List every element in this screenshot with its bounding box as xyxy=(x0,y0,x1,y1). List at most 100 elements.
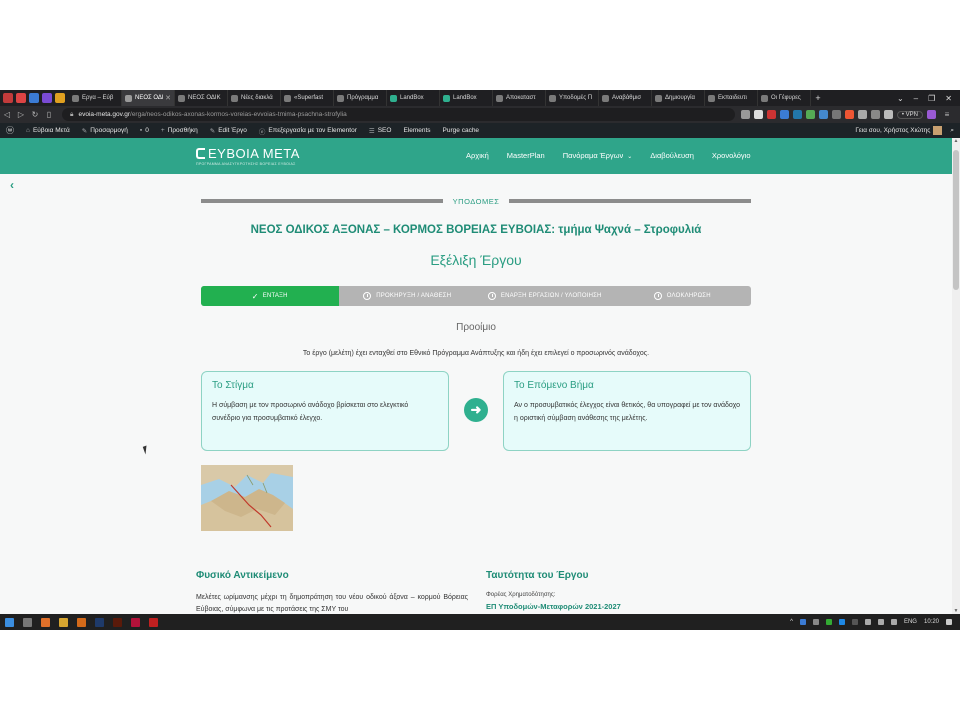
browser-tab[interactable]: «Superfast xyxy=(281,90,334,106)
site-logo[interactable]: ΕΥΒΟΙΑ ΜΕΤΑ ΠΡΟΓΡΑΜΜΑ ΑΝΑΣΥΓΚΡΟΤΗΣΗΣ ΒΟΡ… xyxy=(196,146,300,166)
close-tab-icon[interactable]: ✕ xyxy=(165,94,171,102)
wp-item-purge[interactable]: Purge cache xyxy=(437,127,486,134)
map-image xyxy=(201,465,293,531)
warning-extension-icon[interactable] xyxy=(766,110,776,119)
scroll-up-icon[interactable]: ▲ xyxy=(953,138,959,144)
logo-title: ΕΥΒΟΙΑ ΜΕΤΑ xyxy=(208,146,300,161)
back-arrow-icon[interactable]: ‹ xyxy=(10,178,14,192)
reload-icon[interactable]: ↻ xyxy=(28,110,42,119)
nav-home[interactable]: Αρχική xyxy=(466,151,489,160)
forward-icon[interactable]: ▷ xyxy=(14,110,28,119)
browser-tab[interactable]: Υποδομές Π xyxy=(546,90,599,106)
browser-taskbar-icon[interactable] xyxy=(41,617,50,627)
profile-icon[interactable] xyxy=(927,110,936,119)
tray-icon-3[interactable] xyxy=(825,619,832,625)
project-map-thumbnail[interactable] xyxy=(201,465,293,531)
browser-tab[interactable]: Αναβάθμισ xyxy=(599,90,652,106)
url-field[interactable]: 🔒︎ evoia-meta.gov.gr/erga/neos-odikos-ax… xyxy=(62,108,735,121)
extension-icon-2[interactable] xyxy=(792,110,802,119)
browser-tab[interactable]: Πρόγραμμα xyxy=(334,90,387,106)
share-icon[interactable] xyxy=(740,110,750,119)
notification-icon[interactable] xyxy=(946,619,952,625)
puzzle-icon[interactable] xyxy=(857,110,867,119)
scroll-thumb[interactable] xyxy=(953,150,959,290)
nav-projects[interactable]: Πανόραμα Έργων ⌄ xyxy=(563,151,633,160)
menu-icon[interactable]: ≡ xyxy=(940,110,954,119)
browser-tab[interactable]: LandBox xyxy=(440,90,493,106)
browser-tab[interactable]: Οι Γέφυρες xyxy=(758,90,811,106)
browser-tab[interactable]: LandBox xyxy=(387,90,440,106)
acrobat-icon[interactable] xyxy=(149,617,158,627)
battery-icon[interactable] xyxy=(890,619,897,625)
close-window-icon[interactable]: ✕ xyxy=(945,94,952,103)
browser-tab[interactable]: Δημιουργία xyxy=(652,90,705,106)
wallet-icon[interactable] xyxy=(883,110,893,119)
windows-start-icon[interactable] xyxy=(5,617,14,627)
extension-icon-4[interactable] xyxy=(818,110,828,119)
download-icon[interactable] xyxy=(870,110,880,119)
wp-logo-icon[interactable]: ⓦ xyxy=(0,125,20,136)
page-title: ΝΕΟΣ ΟΔΙΚΟΣ ΑΞΟΝΑΣ – ΚΟΡΜΟΣ ΒΟΡΕΙΑΣ ΕΥΒΟ… xyxy=(250,224,702,236)
window-controls: ⌄ – ❐ ✕ xyxy=(897,94,960,103)
tray-expand-icon[interactable]: ^ xyxy=(790,619,793,625)
page-scrollbar[interactable]: ▲ ▼ xyxy=(952,138,960,614)
chevron-down-icon: ⌄ xyxy=(627,154,633,160)
volume-icon[interactable] xyxy=(877,619,884,625)
browser-tab[interactable]: Νέες διακλά xyxy=(228,90,281,106)
extension-icon-6[interactable] xyxy=(844,110,854,119)
wp-item-customize[interactable]: ✎ Προσαρμογή xyxy=(76,127,134,135)
shield-icon[interactable] xyxy=(753,110,763,119)
wp-item-comments[interactable]: ▪ 0 xyxy=(134,127,155,134)
calendar-icon[interactable] xyxy=(29,93,39,103)
file-explorer-icon[interactable] xyxy=(59,617,68,627)
vpn-button[interactable]: • VPN xyxy=(896,110,923,119)
tray-icon-4[interactable] xyxy=(851,619,858,625)
browser-tab[interactable]: ΝΕΟΣ ΟΔΙΚ xyxy=(175,90,228,106)
wp-item-seo[interactable]: ☰ SEO xyxy=(363,127,398,135)
language-indicator[interactable]: ENG xyxy=(904,619,917,625)
card-text: Αν ο προσυμβατικός έλεγχος είναι θετικός… xyxy=(514,402,740,422)
wp-item-site[interactable]: ⌂ Εύβοια Μετά xyxy=(20,127,76,134)
minimize-icon[interactable]: – xyxy=(914,94,918,103)
wp-item-new[interactable]: + Προσθήκη xyxy=(155,127,204,134)
photoshop-icon[interactable] xyxy=(95,617,104,627)
wp-account[interactable]: Γεια σου, Χρήστος Χιώτης ⌕ xyxy=(855,126,960,135)
browser-tab[interactable]: Εργα – Εύβ xyxy=(69,90,122,106)
tab-favicon-icon xyxy=(284,94,291,102)
browser-tab[interactable]: ΝΕΟΣ ΟΔΙ ✕ xyxy=(122,90,175,106)
tray-icon-1[interactable] xyxy=(799,619,806,625)
tray-icon-2[interactable] xyxy=(812,619,819,625)
funding-value[interactable]: ΕΠ Υποδομών-Μεταφορών 2021-2027 xyxy=(486,602,621,611)
wp-item-elements[interactable]: Elements xyxy=(397,127,436,134)
bookmark-page-icon[interactable]: ▯ xyxy=(42,110,56,119)
search-icon[interactable]: ⌕ xyxy=(950,127,954,135)
nav-masterplan[interactable]: MasterPlan xyxy=(507,151,545,160)
clock[interactable]: 10:20 xyxy=(924,619,939,625)
browser-tab[interactable]: Εκπαιδευτι xyxy=(705,90,758,106)
extension-icon-5[interactable] xyxy=(831,110,841,119)
gmail-icon[interactable] xyxy=(3,93,13,103)
task-view-icon[interactable] xyxy=(23,617,32,627)
bluetooth-icon[interactable] xyxy=(838,619,845,625)
nav-timeline[interactable]: Χρονολόγιο xyxy=(712,151,751,160)
category-label[interactable]: ΥΠΟΔΟΜΕΣ xyxy=(443,197,510,206)
extension-icon-1[interactable] xyxy=(779,110,789,119)
illustrator-icon[interactable] xyxy=(113,617,122,627)
wp-item-elementor[interactable]: ⓔ Επεξεργασία με τον Elementor xyxy=(253,126,363,136)
new-tab-button[interactable]: + xyxy=(811,93,825,103)
wp-item-edit[interactable]: ✎ Edit Έργο xyxy=(204,127,253,135)
gmail-icon-2[interactable] xyxy=(16,93,26,103)
indesign-icon[interactable] xyxy=(131,617,140,627)
nav-consultation[interactable]: Διαβούλευση xyxy=(650,151,694,160)
card-title: Το Στίγμα xyxy=(212,380,254,391)
bookmark-icon[interactable] xyxy=(55,93,65,103)
slack-icon[interactable] xyxy=(42,93,52,103)
browser-tab[interactable]: Αποκαταστ xyxy=(493,90,546,106)
back-icon[interactable]: ◁ xyxy=(0,110,14,119)
extension-icon-3[interactable] xyxy=(805,110,815,119)
tab-search-icon[interactable]: ⌄ xyxy=(897,94,904,103)
wifi-icon[interactable] xyxy=(864,619,871,625)
step-works: ΕΝΑΡΞΗ ΕΡΓΑΣΙΩΝ / ΥΛΟΠΟΙΗΣΗ xyxy=(476,286,614,306)
maximize-icon[interactable]: ❐ xyxy=(928,94,935,103)
app-taskbar-icon-1[interactable] xyxy=(77,617,86,627)
